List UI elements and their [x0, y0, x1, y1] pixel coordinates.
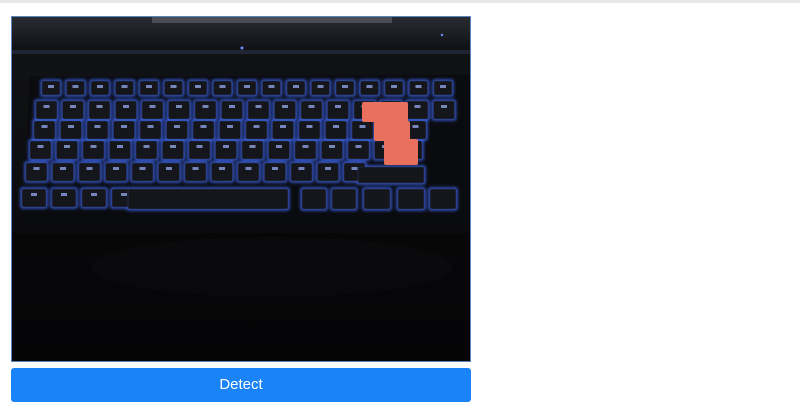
- top-divider: [0, 0, 800, 3]
- detect-button[interactable]: Detect: [11, 368, 471, 402]
- keyboard-image: [12, 17, 470, 361]
- page: Detect: [0, 0, 800, 417]
- camera-feed: [11, 16, 471, 362]
